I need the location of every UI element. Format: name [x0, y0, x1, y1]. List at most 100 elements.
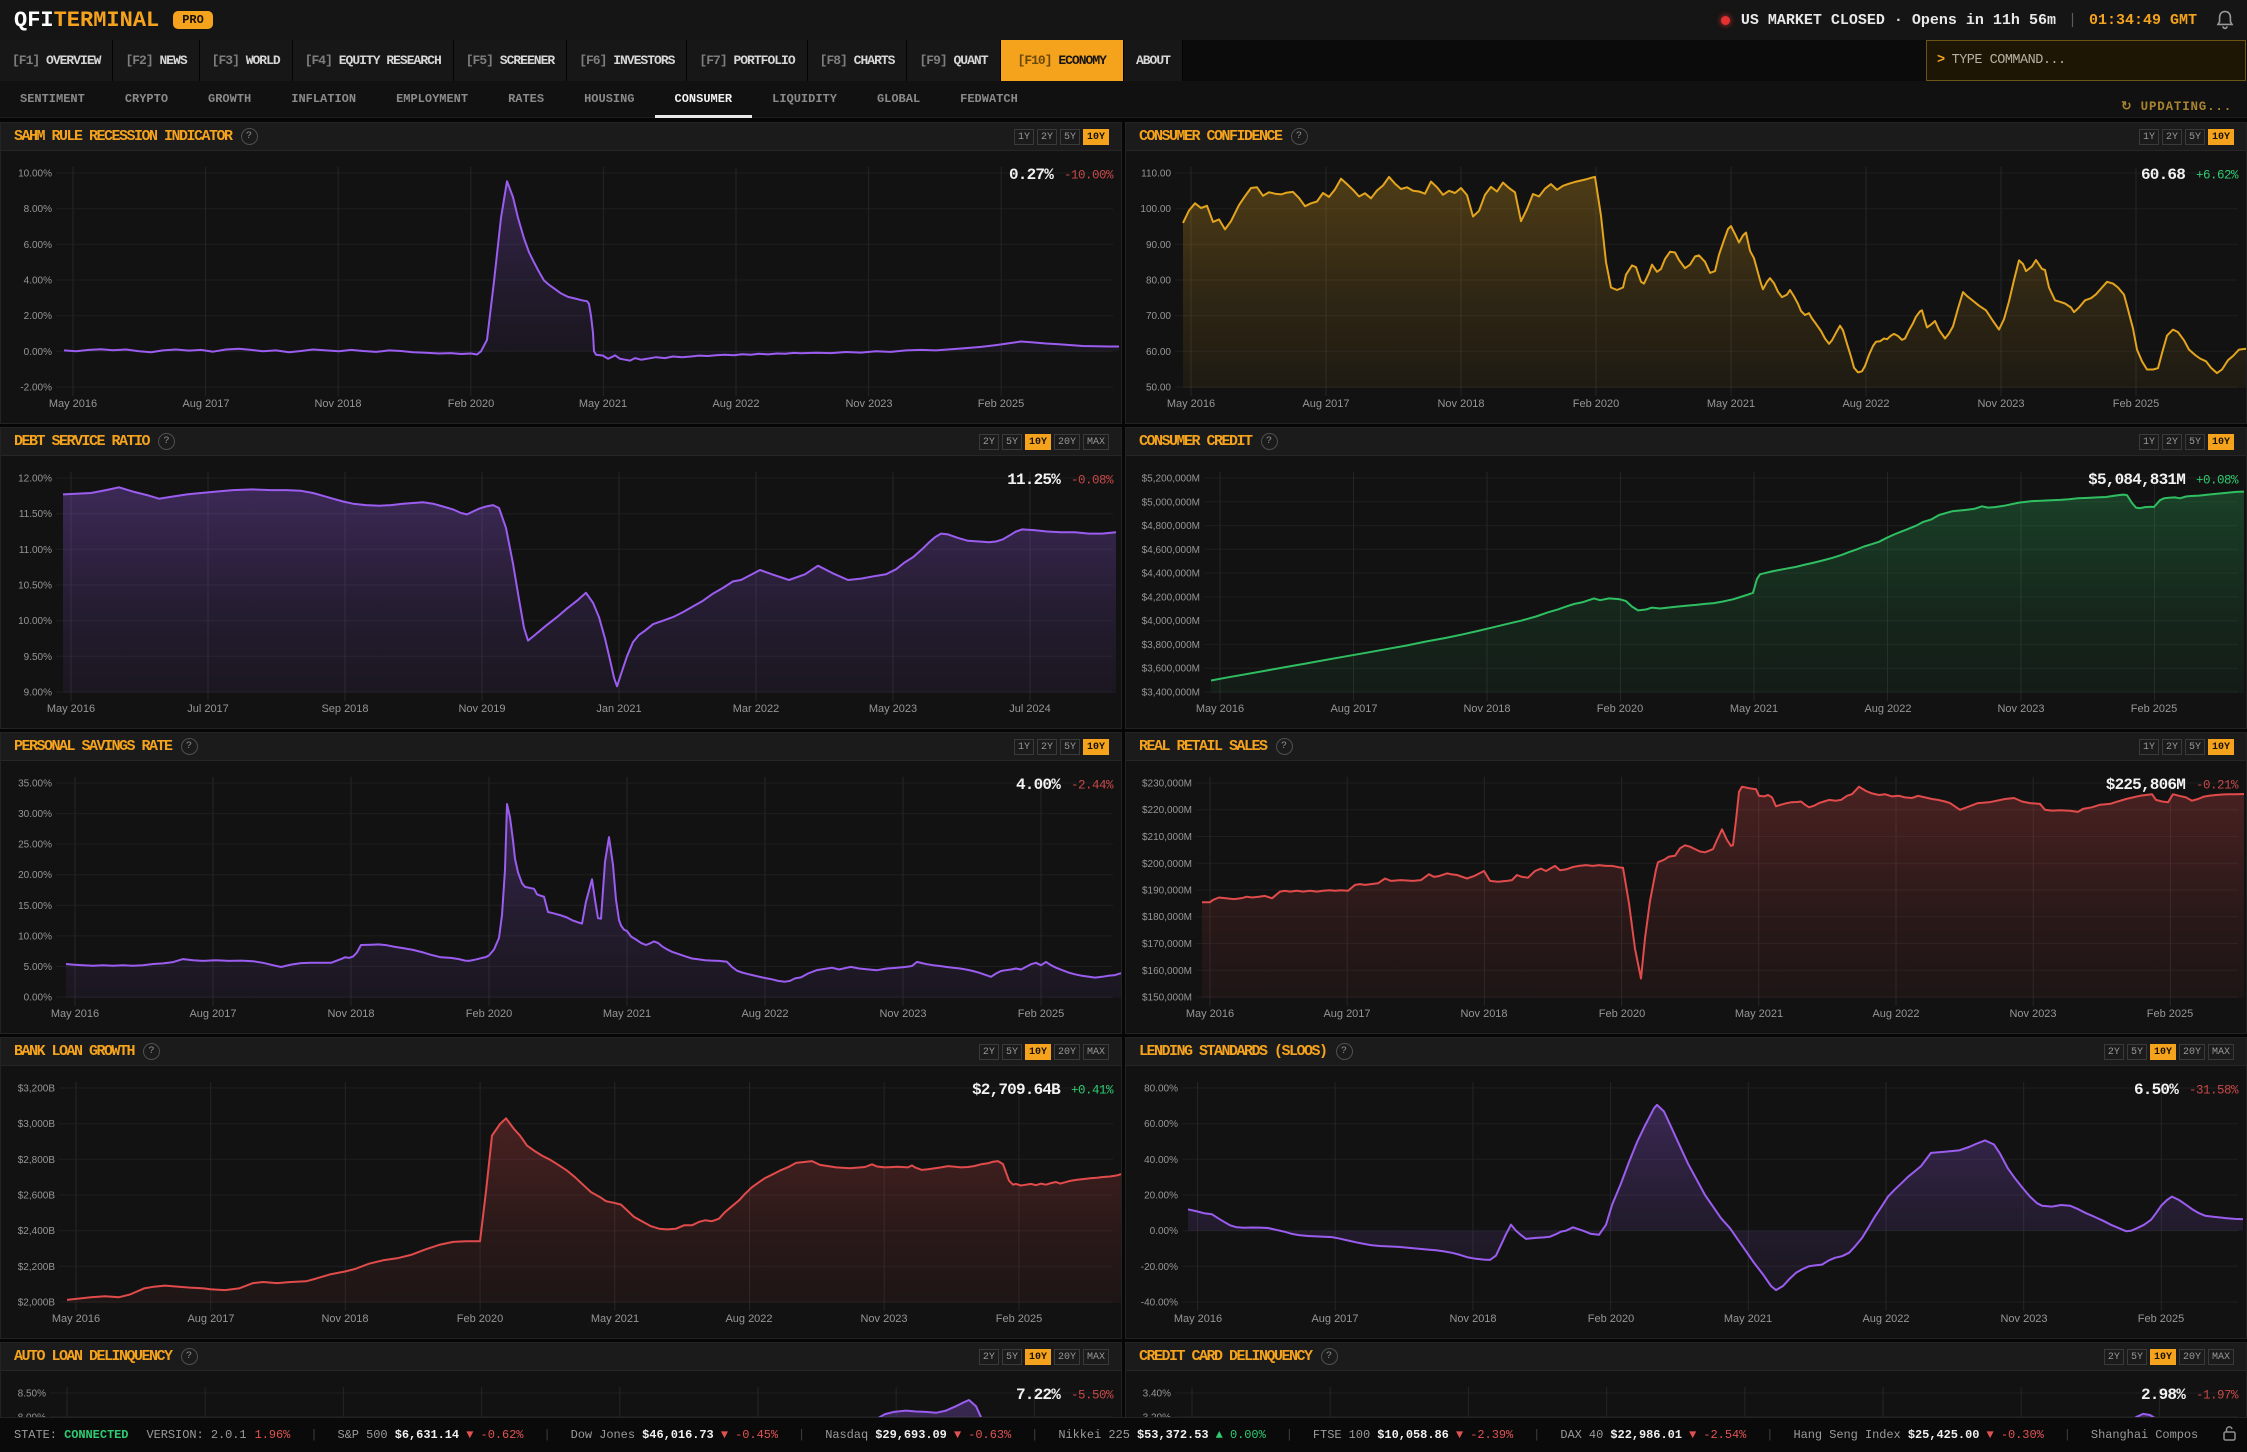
svg-text:$2,200B: $2,200B	[18, 1262, 56, 1273]
svg-text:May 2016: May 2016	[1196, 703, 1244, 715]
svg-text:Aug 2017: Aug 2017	[182, 398, 229, 410]
svg-text:-20.00%: -20.00%	[1141, 1262, 1178, 1273]
svg-text:90.00: 90.00	[1146, 240, 1171, 251]
svg-text:0.27%: 0.27%	[1009, 166, 1054, 184]
svg-text:$180,000M: $180,000M	[1142, 912, 1192, 923]
svg-text:May 2016: May 2016	[51, 1008, 99, 1020]
svg-text:+6.62%: +6.62%	[2196, 169, 2239, 183]
svg-text:-10.00%: -10.00%	[1064, 169, 1114, 183]
svg-text:May 2023: May 2023	[869, 703, 917, 715]
svg-text:May 2016: May 2016	[52, 1313, 100, 1325]
svg-text:$4,600,000M: $4,600,000M	[1142, 545, 1200, 556]
svg-text:$4,400,000M: $4,400,000M	[1142, 569, 1200, 580]
svg-text:30.00%: 30.00%	[18, 809, 52, 820]
svg-text:Nov 2018: Nov 2018	[1463, 703, 1510, 715]
svg-text:$210,000M: $210,000M	[1142, 832, 1192, 843]
svg-text:Nov 2023: Nov 2023	[1997, 703, 2044, 715]
svg-text:80.00%: 80.00%	[1144, 1084, 1178, 1095]
svg-text:110.00: 110.00	[1141, 169, 1171, 180]
svg-text:Mar 2022: Mar 2022	[733, 703, 779, 715]
svg-text:May 2016: May 2016	[47, 703, 95, 715]
svg-text:Aug 2017: Aug 2017	[187, 1313, 234, 1325]
svg-text:$3,800,000M: $3,800,000M	[1142, 640, 1200, 651]
svg-text:May 2021: May 2021	[579, 398, 627, 410]
svg-text:May 2021: May 2021	[1724, 1313, 1772, 1325]
svg-text:10.00%: 10.00%	[18, 931, 52, 942]
svg-text:Nov 2023: Nov 2023	[1977, 398, 2024, 410]
svg-text:Aug 2022: Aug 2022	[712, 398, 759, 410]
svg-text:6.00%: 6.00%	[24, 240, 52, 251]
svg-text:4.00%: 4.00%	[24, 276, 52, 287]
svg-text:9.00%: 9.00%	[24, 688, 52, 699]
svg-text:-0.08%: -0.08%	[1071, 474, 1114, 488]
svg-text:Feb 2025: Feb 2025	[2131, 703, 2177, 715]
svg-text:11.00%: 11.00%	[19, 545, 52, 556]
svg-text:Aug 2022: Aug 2022	[725, 1313, 772, 1325]
svg-text:Nov 2018: Nov 2018	[1449, 1313, 1496, 1325]
svg-text:Aug 2017: Aug 2017	[189, 1008, 236, 1020]
svg-text:8.00%: 8.00%	[24, 204, 52, 215]
svg-text:$3,400,000M: $3,400,000M	[1142, 688, 1200, 699]
svg-text:$200,000M: $200,000M	[1142, 859, 1192, 870]
svg-text:4.00%: 4.00%	[1016, 776, 1061, 794]
svg-text:$2,800B: $2,800B	[18, 1155, 56, 1166]
svg-text:May 2016: May 2016	[1186, 1008, 1234, 1020]
svg-text:Feb 2020: Feb 2020	[448, 398, 494, 410]
svg-text:0.00%: 0.00%	[24, 347, 52, 358]
svg-text:8.50%: 8.50%	[18, 1389, 46, 1400]
svg-text:-1.97%: -1.97%	[2196, 1389, 2239, 1403]
svg-text:May 2021: May 2021	[1707, 398, 1755, 410]
svg-text:Feb 2020: Feb 2020	[466, 1008, 512, 1020]
svg-text:80.00: 80.00	[1146, 276, 1171, 287]
svg-text:May 2016: May 2016	[1174, 1313, 1222, 1325]
svg-text:Nov 2023: Nov 2023	[2009, 1008, 2056, 1020]
svg-text:Aug 2017: Aug 2017	[1323, 1008, 1370, 1020]
svg-text:6.50%: 6.50%	[2134, 1081, 2179, 1099]
svg-text:$225,806M: $225,806M	[2106, 776, 2185, 794]
svg-text:May 2021: May 2021	[603, 1008, 651, 1020]
svg-text:5.00%: 5.00%	[24, 962, 52, 973]
svg-text:Nov 2018: Nov 2018	[321, 1313, 368, 1325]
svg-text:25.00%: 25.00%	[18, 840, 52, 851]
svg-text:May 2021: May 2021	[1735, 1008, 1783, 1020]
svg-text:$4,000,000M: $4,000,000M	[1142, 616, 1200, 627]
svg-text:$4,200,000M: $4,200,000M	[1142, 592, 1200, 603]
svg-text:Feb 2025: Feb 2025	[2147, 1008, 2193, 1020]
svg-text:Feb 2025: Feb 2025	[2113, 398, 2159, 410]
svg-text:-2.00%: -2.00%	[20, 383, 52, 394]
svg-text:Nov 2023: Nov 2023	[860, 1313, 907, 1325]
svg-text:Feb 2025: Feb 2025	[978, 398, 1024, 410]
svg-text:$5,000,000M: $5,000,000M	[1142, 497, 1200, 508]
svg-text:70.00: 70.00	[1146, 311, 1171, 322]
svg-text:3.40%: 3.40%	[1143, 1389, 1171, 1400]
svg-text:Nov 2023: Nov 2023	[845, 398, 892, 410]
svg-text:$220,000M: $220,000M	[1142, 805, 1192, 816]
svg-text:Feb 2025: Feb 2025	[1018, 1008, 1064, 1020]
svg-text:9.50%: 9.50%	[24, 652, 52, 663]
svg-text:Aug 2022: Aug 2022	[1872, 1008, 1919, 1020]
svg-text:Sep 2018: Sep 2018	[321, 703, 368, 715]
svg-text:$2,709.64B: $2,709.64B	[972, 1081, 1061, 1099]
svg-text:$2,400B: $2,400B	[18, 1226, 56, 1237]
svg-text:Nov 2019: Nov 2019	[458, 703, 505, 715]
svg-text:$4,800,000M: $4,800,000M	[1142, 521, 1200, 532]
svg-text:0.00%: 0.00%	[24, 993, 52, 1004]
svg-text:11.50%: 11.50%	[19, 509, 52, 520]
svg-text:-5.50%: -5.50%	[1071, 1389, 1114, 1403]
svg-text:60.00: 60.00	[1146, 347, 1171, 358]
svg-text:$3,600,000M: $3,600,000M	[1142, 664, 1200, 675]
svg-text:Aug 2017: Aug 2017	[1330, 703, 1377, 715]
svg-text:0.00%: 0.00%	[1150, 1226, 1178, 1237]
svg-text:Feb 2020: Feb 2020	[457, 1313, 503, 1325]
svg-text:Nov 2018: Nov 2018	[1460, 1008, 1507, 1020]
svg-text:Feb 2025: Feb 2025	[996, 1313, 1042, 1325]
svg-text:$2,600B: $2,600B	[18, 1191, 56, 1202]
svg-text:$5,200,000M: $5,200,000M	[1142, 474, 1200, 485]
svg-text:May 2016: May 2016	[49, 398, 97, 410]
svg-text:60.00%: 60.00%	[1144, 1119, 1178, 1130]
svg-text:20.00%: 20.00%	[18, 870, 52, 881]
svg-text:Jul 2017: Jul 2017	[187, 703, 229, 715]
svg-text:$2,000B: $2,000B	[18, 1298, 56, 1309]
svg-text:$160,000M: $160,000M	[1142, 966, 1192, 977]
svg-text:May 2021: May 2021	[591, 1313, 639, 1325]
